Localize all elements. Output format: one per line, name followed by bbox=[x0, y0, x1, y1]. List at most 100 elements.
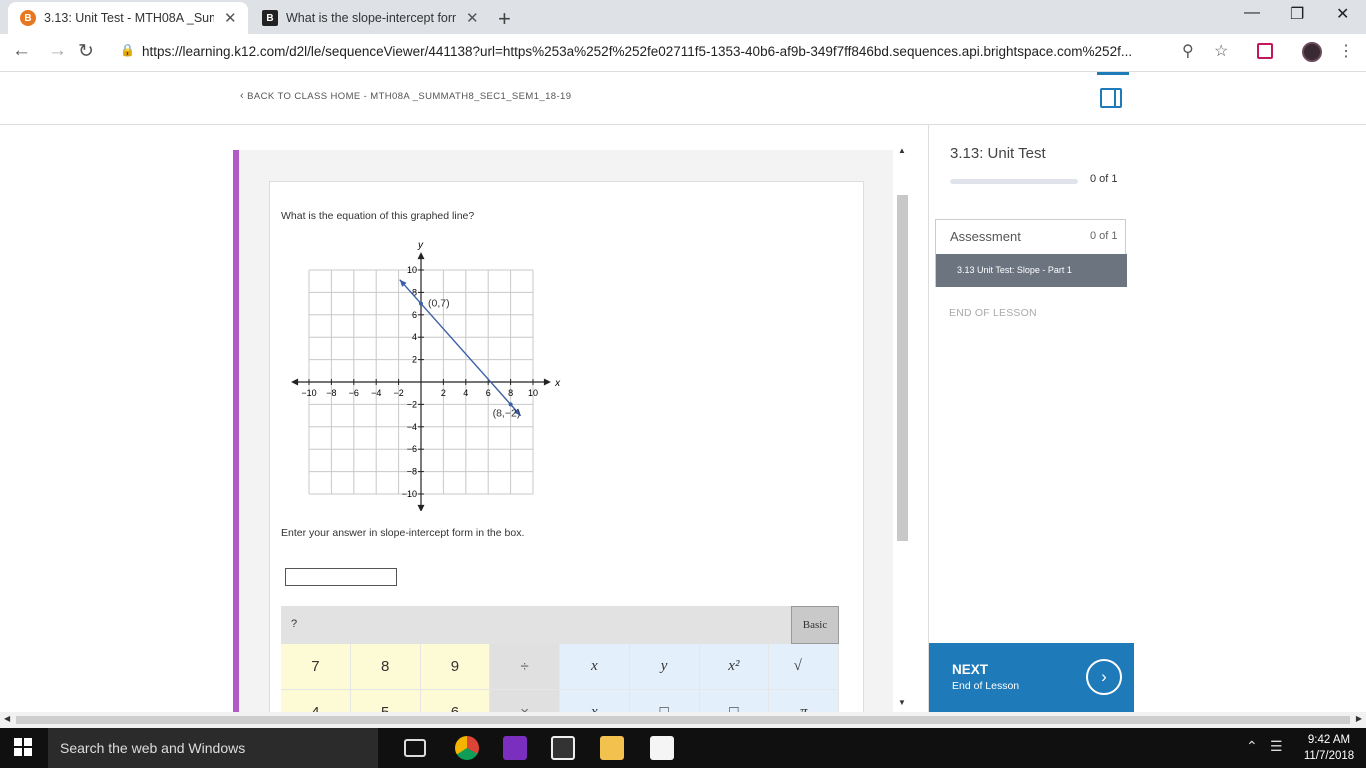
back-to-class-link[interactable]: ‹ BACK TO CLASS HOME - MTH08A _SUMMATH8_… bbox=[240, 90, 571, 102]
answer-input[interactable] bbox=[285, 568, 397, 586]
key-7[interactable]: 7 bbox=[281, 644, 351, 690]
y-tick-label: −6 bbox=[407, 444, 417, 454]
key-multiply[interactable]: × bbox=[490, 690, 560, 712]
x-tick-label: 6 bbox=[486, 388, 491, 398]
y-tick-label: 2 bbox=[412, 355, 417, 365]
key-8[interactable]: 8 bbox=[350, 644, 421, 690]
browser-menu-icon[interactable]: ⋮ bbox=[1338, 41, 1354, 61]
y-tick-label: 10 bbox=[407, 265, 417, 275]
tab-title: 3.13: Unit Test - MTH08A _SumM bbox=[44, 11, 214, 25]
new-tab-icon[interactable]: + bbox=[498, 6, 511, 32]
keypad-basic-tab[interactable]: Basic bbox=[791, 606, 839, 644]
k12-favicon-icon: B bbox=[20, 10, 36, 26]
extension-icon[interactable] bbox=[1257, 43, 1273, 59]
key-6[interactable]: 6 bbox=[420, 690, 491, 712]
scroll-left-icon[interactable]: ◀ bbox=[4, 714, 10, 723]
file-explorer-icon[interactable] bbox=[600, 736, 624, 760]
key-5[interactable]: 5 bbox=[350, 690, 421, 712]
store-icon[interactable] bbox=[551, 736, 575, 760]
assessment-count: 0 of 1 bbox=[1090, 230, 1118, 242]
taskbar-search[interactable]: Search the web and Windows bbox=[48, 728, 378, 768]
y-tick-label: −10 bbox=[402, 489, 417, 499]
zoom-icon[interactable]: ⚲ bbox=[1182, 41, 1194, 61]
page: ‹ BACK TO CLASS HOME - MTH08A _SUMMATH8_… bbox=[0, 72, 1366, 712]
y-tick-label: 6 bbox=[412, 310, 417, 320]
clock-time: 9:42 AM bbox=[1307, 734, 1351, 746]
key-subscript[interactable]: □ bbox=[629, 690, 700, 712]
active-indicator bbox=[1097, 72, 1129, 75]
scroll-up-icon[interactable]: ▲ bbox=[898, 146, 906, 155]
next-button[interactable]: NEXT End of Lesson › bbox=[929, 643, 1134, 712]
key-fraction[interactable]: x bbox=[560, 690, 630, 712]
end-of-lesson-link[interactable]: END OF LESSON bbox=[949, 307, 1037, 319]
assessment-item[interactable]: 3.13 Unit Test: Slope - Part 1 bbox=[936, 254, 1127, 287]
x-tick-label: −4 bbox=[371, 388, 381, 398]
java-icon[interactable] bbox=[650, 736, 674, 760]
key-pi[interactable]: π bbox=[769, 690, 839, 712]
forward-arrow-icon[interactable]: → bbox=[48, 40, 67, 62]
profile-avatar[interactable] bbox=[1302, 42, 1322, 62]
key-square-root[interactable]: √⃞ bbox=[769, 644, 839, 690]
next-label: NEXT bbox=[952, 662, 989, 677]
assessment-section[interactable]: Assessment 0 of 1 3.13 Unit Test: Slope … bbox=[935, 219, 1127, 287]
notification-icon[interactable]: ☰ bbox=[1270, 738, 1283, 755]
scroll-thumb[interactable] bbox=[897, 195, 908, 541]
y-tick-label: −2 bbox=[407, 399, 417, 409]
browser-tab-bar: B 3.13: Unit Test - MTH08A _SumM ✕ B Wha… bbox=[0, 0, 1366, 34]
answer-instructions: Enter your answer in slope-intercept for… bbox=[281, 527, 525, 539]
assessment-label: Assessment bbox=[950, 229, 1021, 244]
restore-icon[interactable]: ❐ bbox=[1290, 4, 1304, 24]
question-prompt: What is the equation of this graphed lin… bbox=[281, 210, 475, 222]
task-view-icon[interactable] bbox=[404, 739, 426, 757]
graph-marks: (0,7) (8,−2) bbox=[399, 279, 522, 419]
keypad-row: 7 8 9 ÷ x y x² √⃞ bbox=[281, 644, 839, 690]
bookmark-star-icon[interactable]: ☆ bbox=[1214, 41, 1228, 61]
y-axis-label: y bbox=[417, 240, 424, 251]
taskbar-search-text[interactable]: Search the web and Windows bbox=[60, 740, 245, 756]
x-tick-label: −10 bbox=[301, 388, 316, 398]
address-bar[interactable]: 🔒 https://learning.k12.com/d2l/le/sequen… bbox=[110, 37, 1240, 67]
lesson-progress-bar bbox=[950, 179, 1078, 184]
x-axis-label: x bbox=[554, 378, 561, 389]
minimize-icon[interactable]: — bbox=[1244, 4, 1260, 22]
back-link-label: BACK TO CLASS HOME - MTH08A _SUMMATH8_SE… bbox=[247, 91, 572, 102]
horizontal-scroll-thumb[interactable] bbox=[16, 716, 1350, 724]
windows-start-icon[interactable] bbox=[14, 738, 32, 756]
tab-close-icon[interactable]: ✕ bbox=[224, 9, 237, 27]
horizontal-scrollbar[interactable]: ◀ ▶ bbox=[0, 712, 1366, 728]
brainly-favicon-icon: B bbox=[262, 10, 278, 26]
x-tick-label: −8 bbox=[326, 388, 336, 398]
visual-studio-icon[interactable] bbox=[503, 736, 527, 760]
key-x[interactable]: x bbox=[560, 644, 630, 690]
tray-chevron-icon[interactable]: ⌃ bbox=[1246, 738, 1258, 755]
taskbar-clock[interactable]: 9:42 AM 11/7/2018 bbox=[1294, 732, 1364, 764]
key-4[interactable]: 4 bbox=[281, 690, 351, 712]
chrome-icon[interactable] bbox=[455, 736, 479, 760]
scroll-down-icon[interactable]: ▼ bbox=[898, 698, 906, 707]
toggle-panel-icon[interactable] bbox=[1100, 88, 1122, 108]
point-label: (8,−2) bbox=[493, 407, 521, 419]
y-tick-label: −8 bbox=[407, 467, 417, 477]
key-y[interactable]: y bbox=[629, 644, 700, 690]
window-close-icon[interactable]: ✕ bbox=[1336, 4, 1349, 24]
key-divide[interactable]: ÷ bbox=[490, 644, 560, 690]
tab-close-icon[interactable]: ✕ bbox=[466, 9, 479, 27]
lesson-progress-count: 0 of 1 bbox=[1090, 173, 1118, 185]
content-scrollbar[interactable]: ▲ ▼ bbox=[895, 140, 910, 712]
tab-slope-question[interactable]: B What is the slope-intercept form ✕ bbox=[250, 2, 490, 34]
keypad-help-button[interactable]: ? bbox=[291, 618, 297, 630]
x-tick-label: −6 bbox=[349, 388, 359, 398]
tab-unit-test[interactable]: B 3.13: Unit Test - MTH08A _SumM ✕ bbox=[8, 2, 248, 34]
key-power[interactable]: □ bbox=[699, 690, 770, 712]
key-x-squared[interactable]: x² bbox=[699, 644, 770, 690]
scroll-right-icon[interactable]: ▶ bbox=[1356, 714, 1362, 723]
key-9[interactable]: 9 bbox=[420, 644, 491, 690]
y-axis-arrow-down bbox=[417, 504, 425, 511]
course-top-nav: ‹ BACK TO CLASS HOME - MTH08A _SUMMATH8_… bbox=[0, 72, 1366, 125]
plotted-point bbox=[419, 301, 423, 306]
reload-icon[interactable]: ↻ bbox=[78, 40, 94, 63]
x-tick-label: 4 bbox=[463, 388, 468, 398]
back-arrow-icon[interactable]: ← bbox=[12, 40, 31, 62]
url-text[interactable]: https://learning.k12.com/d2l/le/sequence… bbox=[142, 44, 1172, 59]
next-sublabel: End of Lesson bbox=[952, 680, 1020, 692]
